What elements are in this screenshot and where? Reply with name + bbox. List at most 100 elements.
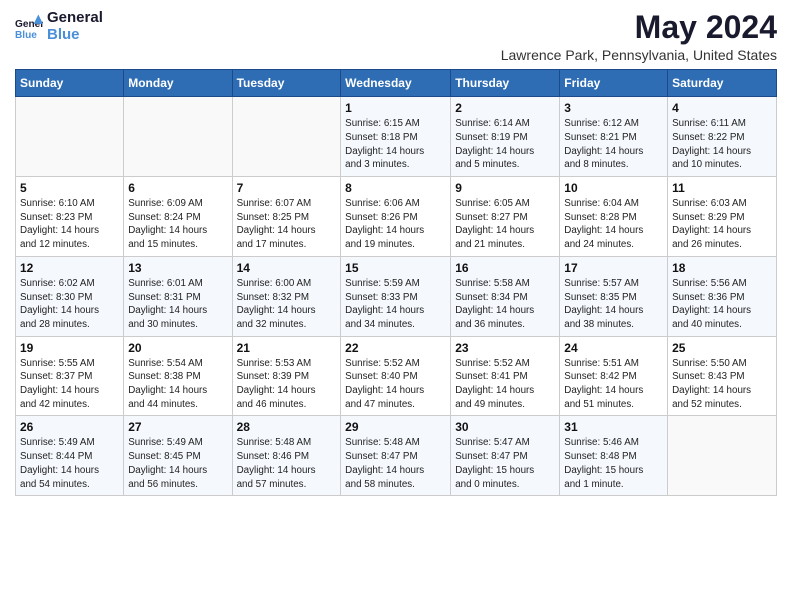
calendar-cell: 9 Sunrise: 6:05 AM Sunset: 8:27 PM Daylig… [451,177,560,257]
calendar-cell: 11Sunrise: 6:03 AM Sunset: 8:29 PM Dayli… [668,177,777,257]
day-number: 19 [20,341,119,355]
calendar-cell [668,416,777,496]
weekday-header-friday: Friday [560,70,668,97]
day-number: 26 [20,420,119,434]
day-number: 1 [345,101,446,115]
day-info: Sunrise: 6:14 AM Sunset: 8:19 PM Dayligh… [455,117,555,172]
calendar-week-3: 12 Sunrise: 6:02 AM Sunset: 8:30 PM Dayli… [16,256,777,336]
day-info: Sunrise: 5:54 AM Sunset: 8:38 PM Dayligh… [128,357,227,412]
day-info: Sunrise: 5:49 AM Sunset: 8:45 PM Dayligh… [128,436,227,491]
logo-general: General [47,10,103,27]
day-info: Sunrise: 6:12 AM Sunset: 8:21 PM Dayligh… [564,117,663,172]
day-info: Sunrise: 5:48 AM Sunset: 8:46 PM Dayligh… [237,436,337,491]
day-number: 24 [564,341,663,355]
calendar-cell: 16 Sunrise: 5:58 AM Sunset: 8:34 PM Dayli… [451,256,560,336]
calendar-cell: 5Sunrise: 6:10 AM Sunset: 8:23 PM Daylig… [16,177,124,257]
day-info: Sunrise: 5:57 AM Sunset: 8:35 PM Dayligh… [564,277,663,332]
calendar-cell: 15Sunrise: 5:59 AM Sunset: 8:33 PM Dayli… [341,256,451,336]
calendar-cell: 21Sunrise: 5:53 AM Sunset: 8:39 PM Dayli… [232,336,341,416]
day-number: 29 [345,420,446,434]
calendar-cell: 19 Sunrise: 5:55 AM Sunset: 8:37 PM Dayli… [16,336,124,416]
calendar-cell: 31 Sunrise: 5:46 AM Sunset: 8:48 PM Dayli… [560,416,668,496]
calendar-cell: 23 Sunrise: 5:52 AM Sunset: 8:41 PM Dayli… [451,336,560,416]
calendar-cell: 8Sunrise: 6:06 AM Sunset: 8:26 PM Daylig… [341,177,451,257]
day-info: Sunrise: 5:48 AM Sunset: 8:47 PM Dayligh… [345,436,446,491]
day-number: 9 [455,181,555,195]
day-info: Sunrise: 6:05 AM Sunset: 8:27 PM Dayligh… [455,197,555,252]
day-number: 16 [455,261,555,275]
svg-text:Blue: Blue [15,29,37,40]
day-info: Sunrise: 5:51 AM Sunset: 8:42 PM Dayligh… [564,357,663,412]
day-number: 3 [564,101,663,115]
calendar-cell: 22 Sunrise: 5:52 AM Sunset: 8:40 PM Dayli… [341,336,451,416]
day-number: 15 [345,261,446,275]
calendar-cell: 14Sunrise: 6:00 AM Sunset: 8:32 PM Dayli… [232,256,341,336]
day-info: Sunrise: 6:09 AM Sunset: 8:24 PM Dayligh… [128,197,227,252]
day-number: 8 [345,181,446,195]
calendar-body: 1 Sunrise: 6:15 AM Sunset: 8:18 PM Daylig… [16,97,777,496]
location-subtitle: Lawrence Park, Pennsylvania, United Stat… [501,47,777,63]
day-number: 17 [564,261,663,275]
day-info: Sunrise: 5:55 AM Sunset: 8:37 PM Dayligh… [20,357,119,412]
day-number: 7 [237,181,337,195]
calendar-week-5: 26Sunrise: 5:49 AM Sunset: 8:44 PM Dayli… [16,416,777,496]
day-number: 25 [672,341,772,355]
day-number: 13 [128,261,227,275]
day-info: Sunrise: 5:56 AM Sunset: 8:36 PM Dayligh… [672,277,772,332]
calendar-cell: 3 Sunrise: 6:12 AM Sunset: 8:21 PM Daylig… [560,97,668,177]
calendar-cell: 29 Sunrise: 5:48 AM Sunset: 8:47 PM Dayli… [341,416,451,496]
day-info: Sunrise: 6:02 AM Sunset: 8:30 PM Dayligh… [20,277,119,332]
calendar-cell: 17 Sunrise: 5:57 AM Sunset: 8:35 PM Dayli… [560,256,668,336]
main-title: May 2024 [501,10,777,45]
weekday-header-saturday: Saturday [668,70,777,97]
calendar-week-1: 1 Sunrise: 6:15 AM Sunset: 8:18 PM Daylig… [16,97,777,177]
calendar-cell: 10Sunrise: 6:04 AM Sunset: 8:28 PM Dayli… [560,177,668,257]
weekday-header-tuesday: Tuesday [232,70,341,97]
day-number: 10 [564,181,663,195]
calendar-cell: 13 Sunrise: 6:01 AM Sunset: 8:31 PM Dayli… [124,256,232,336]
day-info: Sunrise: 5:58 AM Sunset: 8:34 PM Dayligh… [455,277,555,332]
calendar-cell: 1 Sunrise: 6:15 AM Sunset: 8:18 PM Daylig… [341,97,451,177]
calendar-table: SundayMondayTuesdayWednesdayThursdayFrid… [15,69,777,496]
day-info: Sunrise: 6:11 AM Sunset: 8:22 PM Dayligh… [672,117,772,172]
day-number: 20 [128,341,227,355]
day-number: 23 [455,341,555,355]
calendar-header: SundayMondayTuesdayWednesdayThursdayFrid… [16,70,777,97]
day-number: 4 [672,101,772,115]
logo: General Blue General Blue [15,10,103,43]
day-info: Sunrise: 5:52 AM Sunset: 8:40 PM Dayligh… [345,357,446,412]
title-area: May 2024 Lawrence Park, Pennsylvania, Un… [501,10,777,63]
calendar-cell [124,97,232,177]
day-number: 11 [672,181,772,195]
day-number: 22 [345,341,446,355]
calendar-week-4: 19 Sunrise: 5:55 AM Sunset: 8:37 PM Dayli… [16,336,777,416]
weekday-row: SundayMondayTuesdayWednesdayThursdayFrid… [16,70,777,97]
day-number: 27 [128,420,227,434]
calendar-cell: 24 Sunrise: 5:51 AM Sunset: 8:42 PM Dayli… [560,336,668,416]
day-info: Sunrise: 5:47 AM Sunset: 8:47 PM Dayligh… [455,436,555,491]
weekday-header-monday: Monday [124,70,232,97]
calendar-cell: 25 Sunrise: 5:50 AM Sunset: 8:43 PM Dayli… [668,336,777,416]
day-info: Sunrise: 6:00 AM Sunset: 8:32 PM Dayligh… [237,277,337,332]
calendar-cell [232,97,341,177]
day-info: Sunrise: 6:15 AM Sunset: 8:18 PM Dayligh… [345,117,446,172]
day-number: 21 [237,341,337,355]
day-info: Sunrise: 5:52 AM Sunset: 8:41 PM Dayligh… [455,357,555,412]
day-number: 18 [672,261,772,275]
day-number: 30 [455,420,555,434]
day-number: 31 [564,420,663,434]
day-number: 12 [20,261,119,275]
calendar-cell: 2Sunrise: 6:14 AM Sunset: 8:19 PM Daylig… [451,97,560,177]
calendar-cell: 27 Sunrise: 5:49 AM Sunset: 8:45 PM Dayli… [124,416,232,496]
calendar-cell: 18 Sunrise: 5:56 AM Sunset: 8:36 PM Dayli… [668,256,777,336]
day-info: Sunrise: 5:50 AM Sunset: 8:43 PM Dayligh… [672,357,772,412]
day-number: 28 [237,420,337,434]
calendar-cell: 26Sunrise: 5:49 AM Sunset: 8:44 PM Dayli… [16,416,124,496]
calendar-cell: 12 Sunrise: 6:02 AM Sunset: 8:30 PM Dayli… [16,256,124,336]
day-info: Sunrise: 6:01 AM Sunset: 8:31 PM Dayligh… [128,277,227,332]
day-info: Sunrise: 5:46 AM Sunset: 8:48 PM Dayligh… [564,436,663,491]
logo-icon: General Blue [15,13,43,41]
weekday-header-thursday: Thursday [451,70,560,97]
calendar-week-2: 5Sunrise: 6:10 AM Sunset: 8:23 PM Daylig… [16,177,777,257]
calendar-cell: 4 Sunrise: 6:11 AM Sunset: 8:22 PM Daylig… [668,97,777,177]
